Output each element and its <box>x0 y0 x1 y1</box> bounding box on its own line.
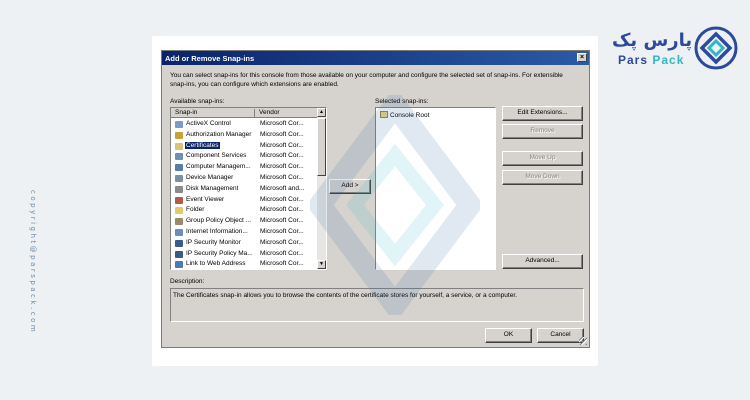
dialog-title: Add or Remove Snap-ins <box>165 54 255 63</box>
iis-icon <box>175 229 183 236</box>
snapin-name: Internet Information... <box>186 228 248 235</box>
certificate-icon <box>175 142 183 150</box>
snapin-vendor: Microsoft Cor... <box>260 152 304 160</box>
snapin-name: Link to Web Address <box>186 260 246 268</box>
brand-logo-block: پارس پک Pars Pack <box>610 26 740 72</box>
snapin-name: IP Security Policy Ma... <box>186 249 253 257</box>
snapin-vendor: Microsoft Cor... <box>260 163 304 171</box>
snapin-name: Device Manager <box>186 174 234 181</box>
snapin-vendor: Microsoft Cor... <box>260 217 304 225</box>
snapin-name: ActiveX Control <box>186 120 231 127</box>
table-row[interactable]: IP Security Monitor Microsoft Cor... <box>171 238 318 249</box>
resize-grip-icon[interactable] <box>579 337 587 345</box>
scroll-down-arrow-icon[interactable]: ▼ <box>317 260 326 269</box>
selected-snapins-label: Selected snap-ins: <box>375 98 429 105</box>
computer-icon <box>175 164 183 172</box>
snapin-name: IP Security Monitor <box>186 238 241 246</box>
component-icon <box>175 153 183 161</box>
snapin-vendor: Microsoft Cor... <box>260 141 304 149</box>
table-row[interactable]: Folder Microsoft Cor... <box>171 205 318 216</box>
selected-snapins-list[interactable]: Console Root <box>375 107 496 270</box>
move-up-button[interactable]: Move Up <box>502 151 583 166</box>
web-link-icon <box>175 261 183 269</box>
brand-diamond-logo-icon <box>694 26 738 70</box>
snapin-name: Computer Managem... <box>186 163 251 171</box>
remove-button[interactable]: Remove <box>502 124 583 139</box>
snapin-name: Authorization Manager <box>186 130 252 138</box>
table-row[interactable]: Computer Managem... Microsoft Cor... <box>171 162 318 173</box>
available-snapins-list[interactable]: Snap-in Vendor ActiveX Control Microsoft … <box>170 107 327 270</box>
list-header: Snap-in Vendor <box>171 108 318 118</box>
description-label: Description: <box>170 278 205 285</box>
authorization-icon <box>175 131 183 139</box>
table-row[interactable]: Disk Management Microsoft and... <box>171 184 318 195</box>
snapin-vendor: Microsoft Cor... <box>260 174 304 181</box>
event-icon <box>175 196 183 204</box>
snapin-vendor: Microsoft Cor... <box>260 130 304 138</box>
brand-name-persian: پارس پک <box>612 30 693 51</box>
snapin-vendor: Microsoft Cor... <box>260 206 304 214</box>
add-button[interactable]: Add > <box>329 179 371 194</box>
snapin-vendor: Microsoft and... <box>260 184 305 192</box>
ipsec-policy-icon <box>175 250 183 258</box>
column-header-snapin[interactable]: Snap-in <box>171 109 255 118</box>
activex-icon <box>175 121 183 128</box>
console-root-folder-icon <box>380 111 388 118</box>
list-scrollbar[interactable]: ▲ ▼ <box>317 108 326 269</box>
table-row[interactable]: Internet Information... Microsoft Cor... <box>171 227 318 238</box>
edit-extensions-button[interactable]: Edit Extensions... <box>502 106 583 121</box>
table-row[interactable]: IP Security Policy Ma... Microsoft Cor... <box>171 249 318 260</box>
scroll-thumb[interactable] <box>317 118 326 176</box>
description-box: The Certificates snap-in allows you to b… <box>170 288 584 322</box>
snapin-name: Disk Management <box>186 184 239 192</box>
dialog-titlebar[interactable]: Add or Remove Snap-ins × <box>162 51 589 65</box>
close-button[interactable]: × <box>577 53 587 62</box>
move-down-button[interactable]: Move Down <box>502 170 583 185</box>
table-row[interactable]: Link to Web Address Microsoft Cor... <box>171 259 318 269</box>
snapin-vendor: Microsoft Cor... <box>260 260 304 268</box>
policy-icon <box>175 218 183 226</box>
copyright-text: copyright@parspack.com <box>29 190 37 335</box>
scroll-up-arrow-icon[interactable]: ▲ <box>317 108 326 117</box>
table-row[interactable]: ActiveX Control Microsoft Cor... <box>171 119 318 130</box>
snapin-vendor: Microsoft Cor... <box>260 195 304 203</box>
disk-icon <box>175 185 183 193</box>
device-icon <box>175 175 183 182</box>
table-row[interactable]: Component Services Microsoft Cor... <box>171 151 318 162</box>
cancel-button[interactable]: Cancel <box>537 328 584 343</box>
snapin-vendor: Microsoft Cor... <box>260 228 304 235</box>
description-text: The Certificates snap-in allows you to b… <box>173 292 517 299</box>
table-row[interactable]: Event Viewer Microsoft Cor... <box>171 195 318 206</box>
brand-name-english: Pars Pack <box>618 53 685 67</box>
snapin-name: Folder <box>186 206 205 214</box>
table-row[interactable]: Group Policy Object ... Microsoft Cor... <box>171 216 318 227</box>
snapin-name: Group Policy Object ... <box>186 217 252 225</box>
advanced-button[interactable]: Advanced... <box>502 254 583 269</box>
folder-icon <box>175 207 183 215</box>
add-remove-snapins-dialog: Add or Remove Snap-ins × You can select … <box>161 50 590 348</box>
available-snapins-label: Available snap-ins: <box>170 98 225 105</box>
table-row[interactable]: Authorization Manager Microsoft Cor... <box>171 130 318 141</box>
column-header-vendor[interactable]: Vendor <box>257 109 317 118</box>
snapin-vendor: Microsoft Cor... <box>260 120 304 127</box>
list-item[interactable]: Console Root <box>380 111 429 119</box>
intro-text: You can select snap-ins for this console… <box>170 72 563 88</box>
table-row[interactable]: Certificates Microsoft Cor... <box>171 141 318 152</box>
ok-button[interactable]: OK <box>485 328 532 343</box>
snapin-name: Event Viewer <box>186 195 225 203</box>
ipsec-monitor-icon <box>175 239 183 247</box>
snapin-name: Component Services <box>186 152 247 160</box>
snapin-vendor: Microsoft Cor... <box>260 249 304 257</box>
snapin-vendor: Microsoft Cor... <box>260 238 304 246</box>
snapin-name: Certificates <box>185 141 220 149</box>
table-row[interactable]: Device Manager Microsoft Cor... <box>171 173 318 184</box>
